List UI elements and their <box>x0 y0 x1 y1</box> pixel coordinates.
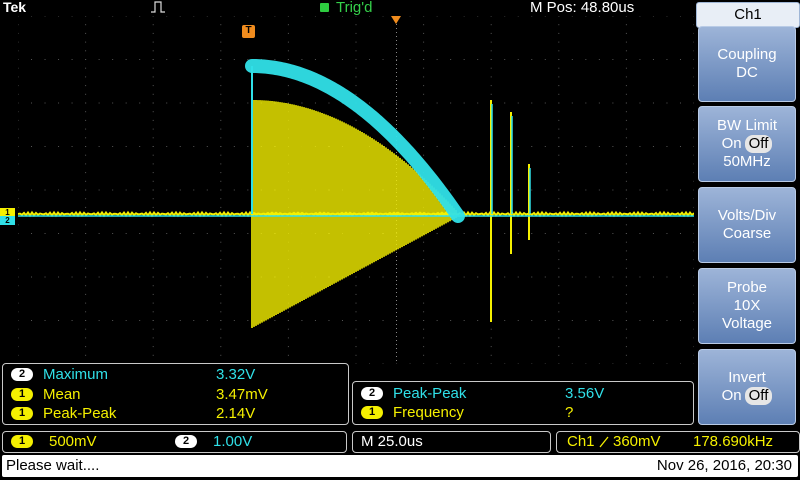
measurement-label: Peak-Peak <box>393 385 467 402</box>
measurement-row: 1 Frequency ? <box>353 403 693 423</box>
invert-on: On <box>721 387 742 404</box>
ch1-badge: 1 <box>361 406 383 419</box>
side-menu: Ch1 Coupling DC BW Limit On Off 50MHz Vol… <box>694 0 800 430</box>
bw-limit-button[interactable]: BW Limit On Off 50MHz <box>698 106 796 182</box>
trigger-position-marker <box>391 16 401 24</box>
measurement-value: 3.56V <box>565 385 605 402</box>
trigger-status: Trig'd <box>336 0 373 16</box>
coupling-label: Coupling <box>717 46 777 63</box>
trigger-readout[interactable]: Ch1 360mV 178.690kHz <box>556 431 800 453</box>
ch1-waveform <box>18 100 694 328</box>
bw-limit-toggle: On Off <box>722 135 773 153</box>
probe-attenuation: 10X <box>733 297 761 314</box>
bw-limit-value: 50MHz <box>723 153 771 170</box>
bw-limit-off: Off <box>744 135 773 153</box>
ch2-badge: 2 <box>175 435 197 448</box>
brand-logo: Tek <box>3 0 27 15</box>
measurement-row: 2 Peak-Peak 3.56V <box>353 384 693 404</box>
measurement-row: 1 Mean 3.47mV <box>3 385 348 405</box>
measurement-label: Maximum <box>43 366 109 383</box>
ch1-scale: 500mV <box>49 433 97 450</box>
measurement-value: 2.14V <box>216 405 256 422</box>
measurement-row: 2 Maximum 3.32V <box>3 365 348 385</box>
bw-limit-label: BW Limit <box>717 117 777 134</box>
coupling-button[interactable]: Coupling DC <box>698 26 796 102</box>
rising-edge-icon <box>599 436 609 448</box>
measurement-value: ? <box>565 404 574 421</box>
trigger-edge-icon <box>151 1 165 13</box>
timebase: M 25.0us <box>361 433 423 450</box>
invert-toggle: On Off <box>722 387 773 405</box>
measurements-panel-left: 2 Maximum 3.32V 1 Mean 3.47mV 1 Peak-Pea… <box>2 363 349 425</box>
trigger-status-icon <box>320 3 329 12</box>
ch2-badge: 2 <box>11 368 33 381</box>
measurement-value: 3.32V <box>216 366 256 383</box>
ch1-badge: 1 <box>11 407 33 420</box>
trigger-frequency: 178.690kHz <box>693 433 774 450</box>
timebase-readout[interactable]: M 25.0us <box>352 431 551 453</box>
vertical-scale-readout[interactable]: 1 500mV 2 1.00V <box>2 431 347 453</box>
volts-div-label: Volts/Div <box>717 207 777 224</box>
measurement-value: 3.47mV <box>216 386 268 403</box>
probe-type: Voltage <box>721 315 773 332</box>
horizontal-position: M Pos: 48.80us <box>530 0 635 16</box>
invert-label: Invert <box>728 369 766 386</box>
ch1-badge: 1 <box>11 388 33 401</box>
measurement-label: Peak-Peak <box>43 405 117 422</box>
ch2-ground-marker[interactable]: 2 <box>0 216 15 225</box>
ch1-badge: 1 <box>11 435 33 448</box>
status-message: Please wait.... <box>6 457 100 474</box>
invert-button[interactable]: Invert On Off <box>698 349 796 425</box>
probe-button[interactable]: Probe 10X Voltage <box>698 268 796 344</box>
bw-limit-on: On <box>721 135 742 152</box>
coupling-value: DC <box>736 64 758 81</box>
measurement-row: 1 Peak-Peak 2.14V <box>3 404 348 424</box>
measurement-label: Mean <box>43 386 81 403</box>
ch2-badge: 2 <box>361 387 383 400</box>
menu-title: Ch1 <box>696 2 800 28</box>
waveform-display[interactable] <box>18 16 694 364</box>
ch2-scale: 1.00V <box>213 433 253 450</box>
volts-div-value: Coarse <box>722 225 772 242</box>
trigger-level: 360mV <box>613 433 661 450</box>
trigger-marker: T <box>242 25 255 38</box>
measurement-label: Frequency <box>393 404 464 421</box>
volts-div-button[interactable]: Volts/Div Coarse <box>698 187 796 263</box>
probe-label: Probe <box>726 279 768 296</box>
invert-off: Off <box>744 387 773 405</box>
message-bar: Please wait.... Nov 26, 2016, 20:30 <box>2 455 798 477</box>
measurements-panel-right: 2 Peak-Peak 3.56V 1 Frequency ? <box>352 381 694 425</box>
trigger-source: Ch1 <box>567 433 595 450</box>
datetime: Nov 26, 2016, 20:30 <box>656 457 792 474</box>
